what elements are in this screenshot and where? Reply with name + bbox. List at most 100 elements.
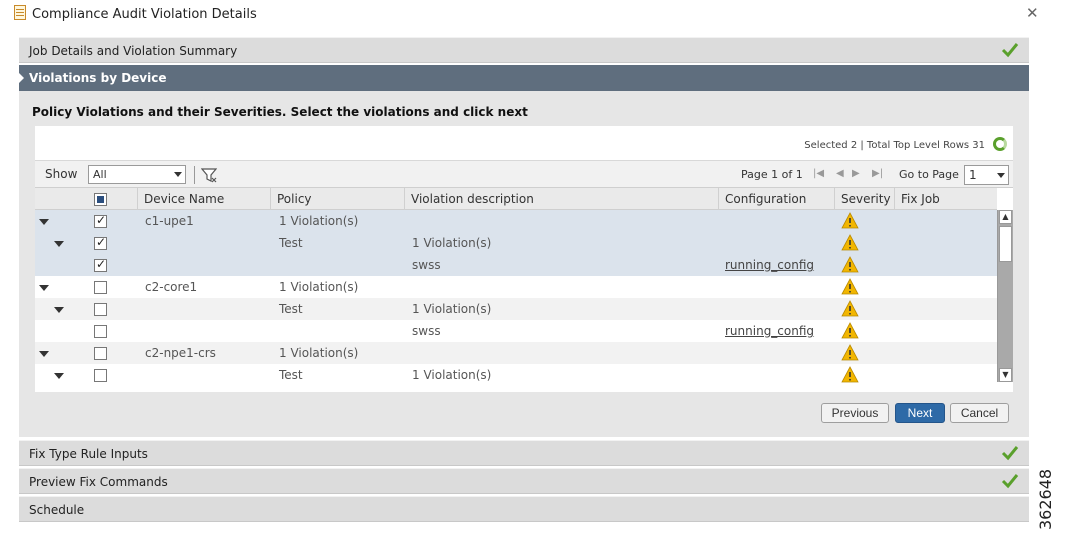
policy-cell: Test bbox=[279, 368, 303, 382]
column-header-device-name[interactable]: Device Name bbox=[137, 188, 270, 210]
chevron-down-icon bbox=[997, 173, 1005, 178]
first-page-icon[interactable]: |◀ bbox=[813, 168, 824, 179]
column-header-fix-job[interactable]: Fix Job bbox=[894, 188, 997, 210]
row-checkbox[interactable] bbox=[94, 235, 107, 250]
dialog-title-bar: Compliance Audit Violation Details ✕ bbox=[0, 0, 1065, 32]
chevron-down-icon bbox=[174, 172, 182, 177]
section-label: Violations by Device bbox=[29, 71, 167, 85]
section-label: Job Details and Violation Summary bbox=[29, 44, 238, 58]
table-row[interactable]: swss running_config bbox=[35, 320, 997, 342]
expand-toggle-icon[interactable] bbox=[54, 307, 64, 313]
selection-summary: Selected 2 | Total Top Level Rows 31 bbox=[804, 140, 985, 151]
warning-icon bbox=[841, 256, 859, 273]
policy-cell: 1 Violation(s) bbox=[279, 280, 359, 294]
warning-icon bbox=[841, 322, 859, 339]
check-icon bbox=[1001, 474, 1019, 489]
row-checkbox[interactable] bbox=[94, 213, 107, 228]
row-checkbox[interactable] bbox=[94, 325, 107, 338]
table-header: Device Name Policy Violation description… bbox=[35, 188, 997, 210]
expand-toggle-icon[interactable] bbox=[54, 373, 64, 379]
device-name-cell: c2-npe1-crs bbox=[145, 346, 216, 360]
show-filter-value: All bbox=[93, 168, 107, 181]
section-job-details[interactable]: Job Details and Violation Summary bbox=[19, 37, 1029, 63]
report-icon bbox=[14, 5, 26, 20]
policy-cell: Test bbox=[279, 302, 303, 316]
column-header-violation-description[interactable]: Violation description bbox=[404, 188, 718, 210]
warning-icon bbox=[841, 344, 859, 361]
violation-description-cell: 1 Violation(s) bbox=[412, 236, 492, 250]
row-checkbox[interactable] bbox=[94, 347, 107, 360]
table-row[interactable]: Test 1 Violation(s) bbox=[35, 232, 997, 254]
section-active-arrow-icon bbox=[18, 72, 24, 84]
policy-cell: 1 Violation(s) bbox=[279, 346, 359, 360]
goto-page-value: 1 bbox=[969, 168, 977, 182]
violation-description-cell: 1 Violation(s) bbox=[412, 302, 492, 316]
vertical-scrollbar[interactable]: ▲ ▼ bbox=[997, 210, 1013, 382]
expand-toggle-icon[interactable] bbox=[39, 219, 49, 225]
next-button[interactable]: Next bbox=[895, 403, 945, 423]
column-header-configuration[interactable]: Configuration bbox=[718, 188, 834, 210]
table-row[interactable]: c1-upe1 1 Violation(s) bbox=[35, 210, 997, 232]
cancel-button[interactable]: Cancel bbox=[950, 403, 1009, 423]
violation-description-cell: 1 Violation(s) bbox=[412, 368, 492, 382]
policy-cell: Test bbox=[279, 236, 303, 250]
select-all-checkbox[interactable] bbox=[94, 193, 107, 206]
show-label: Show bbox=[45, 167, 78, 181]
column-header-policy[interactable]: Policy bbox=[270, 188, 404, 210]
section-preview-fix-commands[interactable]: Preview Fix Commands bbox=[19, 468, 1029, 494]
section-label: Preview Fix Commands bbox=[29, 475, 168, 489]
policy-cell: 1 Violation(s) bbox=[279, 214, 359, 228]
close-icon[interactable]: ✕ bbox=[1026, 4, 1039, 22]
expand-toggle-icon[interactable] bbox=[39, 285, 49, 291]
goto-page-label: Go to Page bbox=[899, 168, 959, 181]
violations-grid: Selected 2 | Total Top Level Rows 31 Sho… bbox=[35, 126, 1013, 392]
violation-description-cell: swss bbox=[412, 258, 441, 272]
check-icon bbox=[1001, 446, 1019, 461]
column-header-severity[interactable]: Severity bbox=[834, 188, 894, 210]
section-fix-type-rule-inputs[interactable]: Fix Type Rule Inputs bbox=[19, 440, 1029, 466]
page-info: Page 1 of 1 bbox=[741, 168, 803, 181]
table-body: c1-upe1 1 Violation(s) Test 1 Violation(s) s… bbox=[35, 210, 997, 386]
warning-icon bbox=[841, 234, 859, 251]
table-row[interactable]: c2-npe1-crs 1 Violation(s) bbox=[35, 342, 997, 364]
scroll-up-icon[interactable]: ▲ bbox=[999, 210, 1012, 224]
device-name-cell: c2-core1 bbox=[145, 280, 198, 294]
warning-icon bbox=[841, 278, 859, 295]
toolbar-divider bbox=[194, 166, 195, 184]
expand-toggle-icon[interactable] bbox=[39, 351, 49, 357]
section-schedule[interactable]: Schedule bbox=[19, 496, 1029, 522]
scroll-thumb[interactable] bbox=[999, 226, 1012, 262]
last-page-icon[interactable]: ▶| bbox=[872, 168, 883, 179]
grid-toolbar: Show All Page 1 of 1 |◀ ◀ ▶ ▶| Go to Pag… bbox=[35, 160, 1013, 188]
warning-icon bbox=[841, 366, 859, 383]
instruction-text: Policy Violations and their Severities. … bbox=[32, 105, 528, 119]
violation-description-cell: swss bbox=[412, 324, 441, 338]
row-checkbox[interactable] bbox=[94, 303, 107, 316]
violations-panel: Policy Violations and their Severities. … bbox=[19, 91, 1029, 437]
row-checkbox[interactable] bbox=[94, 369, 107, 382]
row-checkbox[interactable] bbox=[94, 257, 107, 272]
row-checkbox[interactable] bbox=[94, 281, 107, 294]
warning-icon bbox=[841, 212, 859, 229]
expand-toggle-icon[interactable] bbox=[54, 241, 64, 247]
check-icon bbox=[1001, 43, 1019, 58]
refresh-icon[interactable] bbox=[993, 137, 1007, 151]
table-row[interactable]: c2-core1 1 Violation(s) bbox=[35, 276, 997, 298]
scroll-down-icon[interactable]: ▼ bbox=[999, 368, 1012, 382]
table-row[interactable]: swss running_config bbox=[35, 254, 997, 276]
previous-page-icon[interactable]: ◀ bbox=[836, 168, 844, 179]
section-label: Schedule bbox=[29, 503, 85, 517]
goto-page-select[interactable]: 1 bbox=[964, 165, 1009, 185]
device-name-cell: c1-upe1 bbox=[145, 214, 194, 228]
filter-icon[interactable] bbox=[201, 167, 217, 183]
next-page-icon[interactable]: ▶ bbox=[852, 168, 860, 179]
show-filter-select[interactable]: All bbox=[88, 165, 186, 184]
table-row[interactable]: Test 1 Violation(s) bbox=[35, 298, 997, 320]
previous-button[interactable]: Previous bbox=[821, 403, 889, 423]
configuration-link[interactable]: running_config bbox=[725, 324, 814, 338]
dialog-title: Compliance Audit Violation Details bbox=[32, 7, 257, 22]
table-row[interactable]: Test 1 Violation(s) bbox=[35, 364, 997, 386]
figure-id: 362648 bbox=[1036, 468, 1055, 530]
configuration-link[interactable]: running_config bbox=[725, 258, 814, 272]
section-violations-by-device[interactable]: Violations by Device bbox=[18, 65, 1029, 91]
